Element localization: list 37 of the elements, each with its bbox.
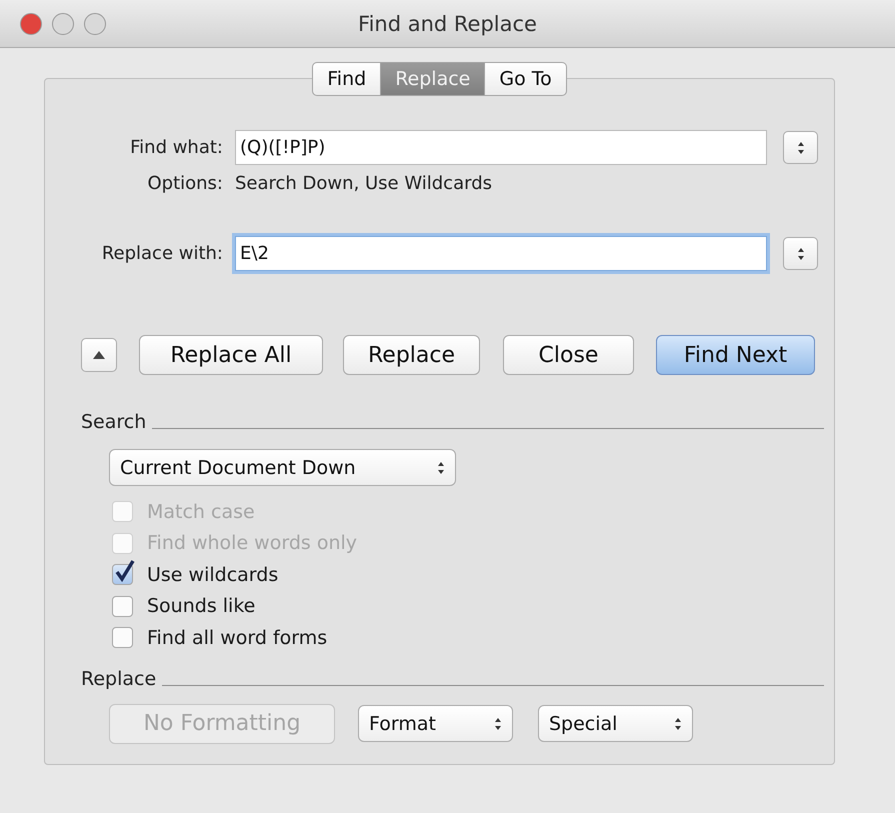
checkbox[interactable] <box>112 627 133 648</box>
checkbox-label: Match case <box>147 500 255 523</box>
window-title: Find and Replace <box>358 12 537 36</box>
stepper-arrows-icon <box>437 460 445 474</box>
checkbox-label: Use wildcards <box>147 564 278 586</box>
collapse-button[interactable] <box>81 338 117 372</box>
checkbox-label: Find all word forms <box>147 626 328 649</box>
field-label: Replace with: <box>100 243 223 264</box>
history-button[interactable] <box>783 237 818 270</box>
section-heading: Search <box>81 411 146 433</box>
stepper-arrows-icon <box>796 246 804 260</box>
format-popup[interactable]: Special <box>538 705 693 742</box>
stepper-arrows-icon <box>494 716 502 730</box>
dialog-button[interactable]: Find Next <box>656 335 815 375</box>
format-popup[interactable]: Format <box>358 705 513 742</box>
minimize-window-button[interactable] <box>52 13 74 35</box>
dialog-button[interactable]: Replace <box>343 335 480 375</box>
close-window-button[interactable] <box>20 13 42 35</box>
checkbox-label: Sounds like <box>147 595 256 618</box>
tab[interactable]: Go To <box>485 62 567 96</box>
checkbox[interactable] <box>112 596 133 617</box>
zoom-window-button[interactable] <box>84 13 106 35</box>
history-button[interactable] <box>783 131 818 164</box>
scope-popup[interactable]: Current Document Down <box>109 449 456 486</box>
field-label: Find what: <box>129 137 223 158</box>
input-field[interactable]: (Q)([!P]P) <box>235 130 767 165</box>
checkbox-label: Find whole words only <box>147 532 358 554</box>
section-heading: Replace <box>81 668 156 690</box>
dialog-button[interactable]: Replace All <box>139 335 323 375</box>
tab[interactable]: Find <box>312 62 382 96</box>
stepper-arrows-icon <box>796 140 804 154</box>
triangle-up-icon <box>93 351 105 359</box>
stepper-arrows-icon <box>674 716 682 730</box>
dialog-button[interactable]: Close <box>503 335 634 375</box>
input-field[interactable]: E\2 <box>235 236 767 271</box>
options-label: Options: <box>146 173 223 194</box>
options-value: Search Down, Use Wildcards <box>235 173 492 194</box>
